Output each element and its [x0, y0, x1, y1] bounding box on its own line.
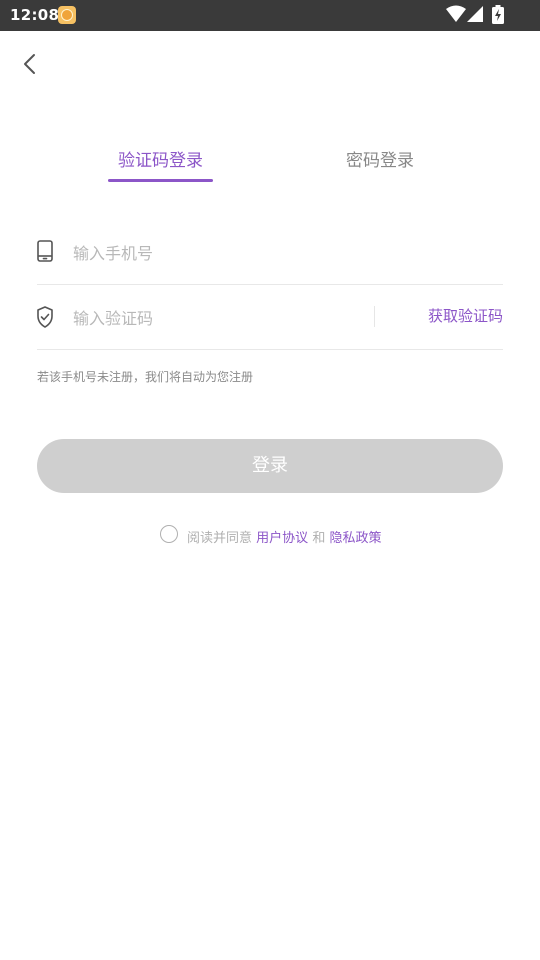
chevron-left-icon — [24, 54, 35, 74]
tab-password-login[interactable]: 密码登录 — [330, 146, 430, 186]
auto-register-hint: 若该手机号未注册，我们将自动为您注册 — [37, 370, 254, 384]
divider — [37, 349, 503, 350]
phone-icon — [37, 240, 53, 262]
privacy-policy-link[interactable]: 隐私政策 — [329, 531, 381, 546]
phone-input[interactable] — [71, 238, 495, 268]
shield-check-icon — [37, 306, 53, 328]
code-row: 获取验证码 — [37, 285, 503, 349]
tab-password-login-label: 密码登录 — [346, 151, 414, 171]
status-bar: 12:08 — [0, 0, 540, 31]
agreement-checkbox[interactable] — [160, 525, 178, 543]
agreement-and: 和 — [312, 531, 326, 546]
signal-icon — [467, 6, 483, 22]
status-time: 12:08 — [10, 6, 60, 24]
agreement-prefix: 阅读并同意 — [187, 531, 253, 546]
app-notification-icon — [58, 6, 76, 24]
agreement-text: 阅读并同意 用户协议 和 隐私政策 — [187, 527, 381, 546]
active-tab-indicator — [108, 179, 213, 182]
phone-row — [37, 220, 503, 284]
login-button[interactable]: 登录 — [37, 439, 503, 493]
separator — [374, 306, 375, 327]
user-agreement-link[interactable]: 用户协议 — [256, 531, 308, 546]
back-button[interactable] — [16, 50, 44, 78]
verification-code-input[interactable] — [71, 303, 365, 333]
get-code-button[interactable]: 获取验证码 — [397, 305, 503, 326]
tab-sms-login-label: 验证码登录 — [118, 151, 203, 171]
wifi-icon — [446, 5, 466, 22]
battery-charging-icon — [492, 5, 504, 24]
